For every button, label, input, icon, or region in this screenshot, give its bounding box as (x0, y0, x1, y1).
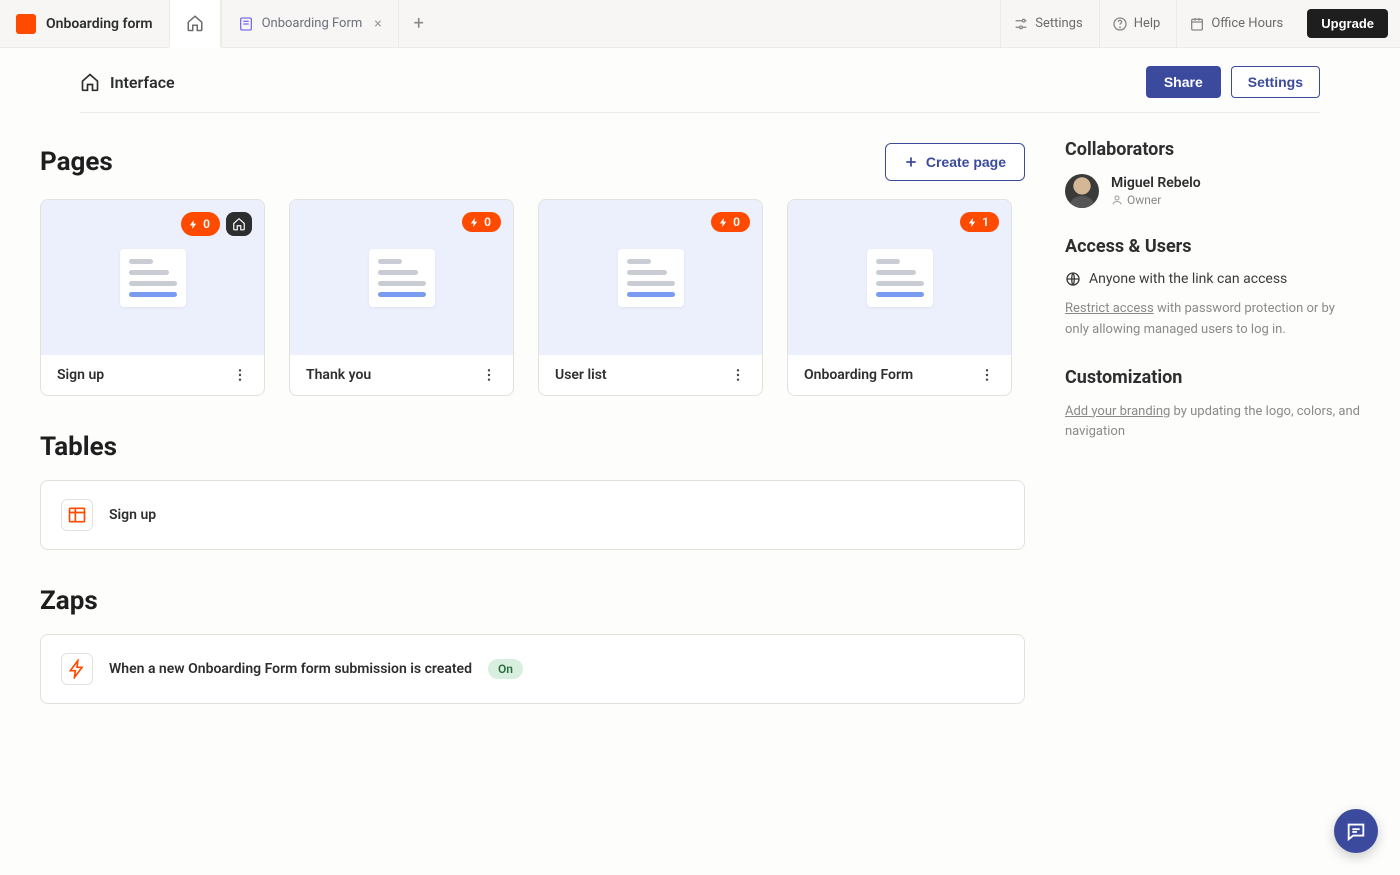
settings-button[interactable]: Settings (1231, 66, 1320, 98)
app-brand: Onboarding form (0, 0, 169, 47)
card-preview: 0 (539, 200, 762, 355)
tab-home[interactable] (169, 0, 221, 48)
form-icon (238, 16, 254, 32)
page-card[interactable]: 1 Onboarding Form (787, 199, 1012, 396)
preview-doc (867, 249, 933, 307)
zap-row[interactable]: When a new Onboarding Form form submissi… (40, 634, 1025, 704)
card-footer: Thank you (290, 355, 513, 395)
card-title: Sign up (57, 367, 104, 383)
more-menu-button[interactable] (730, 367, 746, 383)
more-menu-button[interactable] (232, 367, 248, 383)
table-title: Sign up (109, 507, 156, 523)
zaps-header: Zaps (40, 586, 1025, 616)
chat-icon (1345, 820, 1367, 842)
bolt-badge: 0 (462, 212, 501, 232)
home-badge (226, 212, 252, 236)
avatar (1065, 174, 1099, 208)
section-title-zaps: Zaps (40, 586, 98, 616)
access-heading: Access & Users (1065, 236, 1360, 257)
topbar: Onboarding form Onboarding Form × + Sett… (0, 0, 1400, 48)
page-title: Interface (110, 73, 175, 92)
tab-row: Onboarding Form × + (169, 0, 439, 47)
table-row[interactable]: Sign up (40, 480, 1025, 550)
plus-icon (904, 155, 918, 169)
main: Pages Create page 0 (0, 113, 1400, 760)
home-icon (186, 14, 204, 32)
app-title: Onboarding form (46, 16, 153, 32)
page-card[interactable]: 0 User list (538, 199, 763, 396)
more-menu-button[interactable] (481, 367, 497, 383)
subheader: Interface Share Settings (80, 48, 1320, 113)
topbar-help-link[interactable]: Help (1099, 0, 1173, 47)
zap-status-badge: On (488, 659, 523, 679)
card-title: User list (555, 367, 607, 383)
card-preview: 0 (41, 200, 264, 355)
tab-label: Onboarding Form (262, 16, 363, 31)
bolt-badge: 0 (181, 212, 220, 236)
access-status-row: Anyone with the link can access (1065, 271, 1360, 287)
card-title: Onboarding Form (804, 367, 913, 383)
upgrade-button[interactable]: Upgrade (1307, 9, 1388, 38)
topbar-right: Settings Help Office Hours Upgrade (1000, 0, 1400, 47)
card-footer: Sign up (41, 355, 264, 395)
pages-header: Pages Create page (40, 143, 1025, 181)
card-preview: 1 (788, 200, 1011, 355)
more-menu-button[interactable] (979, 367, 995, 383)
globe-icon (1065, 271, 1081, 287)
chat-fab[interactable] (1334, 809, 1378, 853)
section-title-tables: Tables (40, 432, 117, 462)
page-card[interactable]: 0 Sign up (40, 199, 265, 396)
zap-title: When a new Onboarding Form form submissi… (109, 661, 472, 677)
customization-description: Add your branding by updating the logo, … (1065, 402, 1360, 444)
card-preview: 0 (290, 200, 513, 355)
card-footer: Onboarding Form (788, 355, 1011, 395)
collaborator-row: Miguel Rebelo Owner (1065, 174, 1360, 208)
collaborator-role: Owner (1111, 193, 1201, 207)
sliders-icon (1013, 16, 1029, 32)
preview-doc (369, 249, 435, 307)
card-title: Thank you (306, 367, 371, 383)
customization-heading: Customization (1065, 367, 1360, 388)
page-cards-row: 0 Sign up 0 (40, 199, 1025, 396)
app-logo (16, 14, 36, 34)
person-icon (1111, 194, 1123, 206)
access-description: Restrict access with password protection… (1065, 299, 1360, 341)
zap-icon (61, 653, 93, 685)
add-branding-link[interactable]: Add your branding (1065, 404, 1170, 419)
collaborators-heading: Collaborators (1065, 139, 1360, 160)
sidebar: Collaborators Miguel Rebelo Owner Access… (1065, 133, 1360, 740)
home-icon (80, 72, 100, 92)
tab-onboarding-form[interactable]: Onboarding Form × (221, 0, 399, 47)
card-footer: User list (539, 355, 762, 395)
close-icon[interactable]: × (374, 16, 381, 32)
bolt-badge: 0 (711, 212, 750, 232)
bolt-badge: 1 (960, 212, 999, 232)
topbar-office-hours-link[interactable]: Office Hours (1176, 0, 1295, 47)
restrict-access-link[interactable]: Restrict access (1065, 301, 1154, 316)
topbar-settings-link[interactable]: Settings (1000, 0, 1094, 47)
tables-header: Tables (40, 432, 1025, 462)
preview-doc (618, 249, 684, 307)
share-button[interactable]: Share (1146, 66, 1221, 98)
collaborator-name: Miguel Rebelo (1111, 175, 1201, 191)
page-card[interactable]: 0 Thank you (289, 199, 514, 396)
help-icon (1112, 16, 1128, 32)
new-tab-button[interactable]: + (399, 0, 439, 47)
section-title-pages: Pages (40, 147, 113, 177)
create-page-button[interactable]: Create page (885, 143, 1025, 181)
calendar-icon (1189, 16, 1205, 32)
preview-doc (120, 249, 186, 307)
table-icon (61, 499, 93, 531)
